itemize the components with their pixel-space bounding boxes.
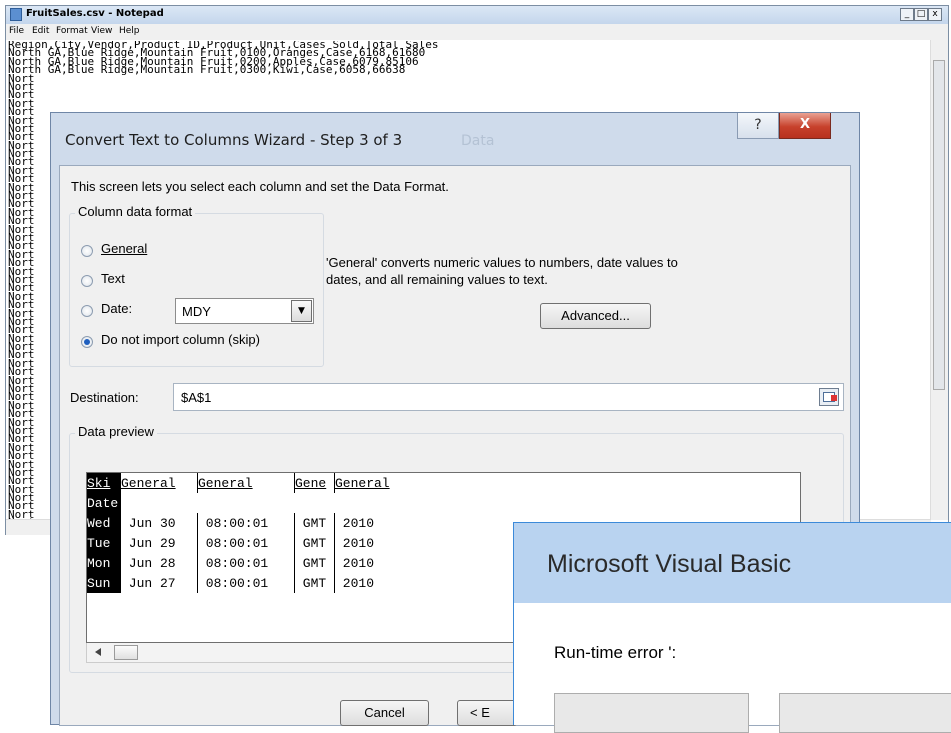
preview-header-cell[interactable]: General (197, 473, 295, 493)
range-select-icon (823, 392, 837, 402)
preview-header-cell[interactable]: General (120, 473, 198, 493)
preview-cell: Sun (87, 573, 121, 593)
notepad-menu-bar: File Edit Format View Help (6, 24, 948, 40)
general-note-line1: 'General' converts numeric values to num… (326, 255, 678, 270)
date-format-select[interactable]: MDY ▼ (175, 298, 314, 324)
vb-title: Microsoft Visual Basic (547, 550, 792, 578)
notepad-scroll-thumb[interactable] (933, 60, 945, 390)
preview-scroll-thumb[interactable] (114, 645, 138, 660)
radio-text[interactable] (81, 275, 93, 287)
preview-cell: Tue (87, 533, 121, 553)
notepad-title: FruitSales.csv - Notepad (26, 8, 164, 19)
preview-header-cell[interactable]: General (334, 473, 775, 493)
destination-label: Destination: (70, 390, 139, 405)
preview-cell: Jun 27 (120, 573, 198, 593)
close-button[interactable]: x (928, 8, 942, 21)
label-skip[interactable]: Do not import column (skip) (101, 332, 260, 347)
vb-error-dialog: Microsoft Visual Basic Run-time error ': (513, 522, 951, 733)
preview-cell: GMT (294, 553, 335, 573)
preview-cell: 08:00:01 (197, 573, 295, 593)
preview-cell (121, 493, 198, 513)
menu-format[interactable]: Format (56, 26, 88, 36)
preview-cell: 08:00:01 (197, 513, 295, 533)
scroll-left-icon[interactable] (95, 648, 101, 656)
wizard-ghost-title: Data (461, 133, 495, 149)
help-button[interactable]: ? (737, 113, 779, 139)
chevron-down-icon[interactable]: ▼ (291, 300, 312, 322)
wizard-title: Convert Text to Columns Wizard - Step 3 … (65, 131, 403, 149)
preview-cell: 08:00:01 (197, 553, 295, 573)
label-general[interactable]: General (101, 241, 147, 256)
data-preview-title: Data preview (75, 424, 157, 439)
collapse-dialog-button[interactable] (819, 388, 839, 406)
preview-cell: Date (87, 493, 121, 513)
preview-cell: GMT (294, 573, 335, 593)
menu-help[interactable]: Help (119, 26, 140, 36)
vb-dialog-button[interactable] (779, 693, 951, 733)
date-format-value: MDY (182, 304, 211, 319)
preview-cell: Mon (87, 553, 121, 573)
minimize-button[interactable]: _ (900, 8, 914, 21)
destination-value: $A$1 (181, 390, 212, 405)
preview-header-row: Ski General General Gene General (87, 473, 775, 493)
advanced-button[interactable]: Advanced... (540, 303, 651, 329)
destination-input[interactable]: $A$1 (173, 383, 844, 411)
preview-header-cell[interactable]: Gene (294, 473, 335, 493)
notepad-line: Nort (8, 96, 35, 110)
vb-dialog-button[interactable] (554, 693, 749, 733)
radio-date[interactable] (81, 305, 93, 317)
preview-cell: Jun 30 (120, 513, 198, 533)
vb-title-bar[interactable]: Microsoft Visual Basic (514, 523, 951, 603)
preview-horizontal-scrollbar[interactable] (86, 643, 516, 663)
range-select-icon-mark (831, 395, 837, 401)
vb-error-message: Run-time error ': (554, 643, 677, 662)
preview-row: Date (87, 493, 775, 513)
radio-general[interactable] (81, 245, 93, 257)
wizard-close-button[interactable]: X (779, 113, 831, 139)
column-format-group-title: Column data format (75, 204, 196, 219)
notepad-line: North GA,Blue Ridge,Mountain Fruit,0300,… (8, 63, 406, 77)
back-button[interactable]: < E (457, 700, 517, 726)
preview-cell: Jun 29 (120, 533, 198, 553)
preview-cell: GMT (294, 513, 335, 533)
notepad-vertical-scrollbar[interactable] (930, 40, 948, 520)
cancel-button[interactable]: Cancel (340, 700, 429, 726)
preview-cell (335, 493, 776, 513)
preview-header-cell[interactable]: Ski (87, 473, 121, 493)
preview-cell (295, 493, 335, 513)
notepad-line: Nort (8, 88, 35, 102)
preview-cell: Wed (87, 513, 121, 533)
notepad-line: Nort (8, 79, 35, 93)
preview-cell: 08:00:01 (197, 533, 295, 553)
preview-cell: GMT (294, 533, 335, 553)
general-note-line2: dates, and all remaining values to text. (326, 272, 548, 287)
preview-cell (198, 493, 295, 513)
menu-view[interactable]: View (91, 26, 112, 36)
menu-file[interactable]: File (9, 26, 24, 36)
notepad-title-bar[interactable]: FruitSales.csv - Notepad _ □ x (6, 6, 948, 24)
radio-skip[interactable] (81, 336, 93, 348)
general-format-note: 'General' converts numeric values to num… (326, 254, 826, 288)
wizard-description: This screen lets you select each column … (71, 179, 449, 194)
label-date[interactable]: Date: (101, 301, 132, 316)
preview-cell: Jun 28 (120, 553, 198, 573)
label-text[interactable]: Text (101, 271, 125, 286)
maximize-button[interactable]: □ (914, 8, 928, 21)
notepad-app-icon (10, 8, 22, 21)
menu-edit[interactable]: Edit (32, 26, 49, 36)
